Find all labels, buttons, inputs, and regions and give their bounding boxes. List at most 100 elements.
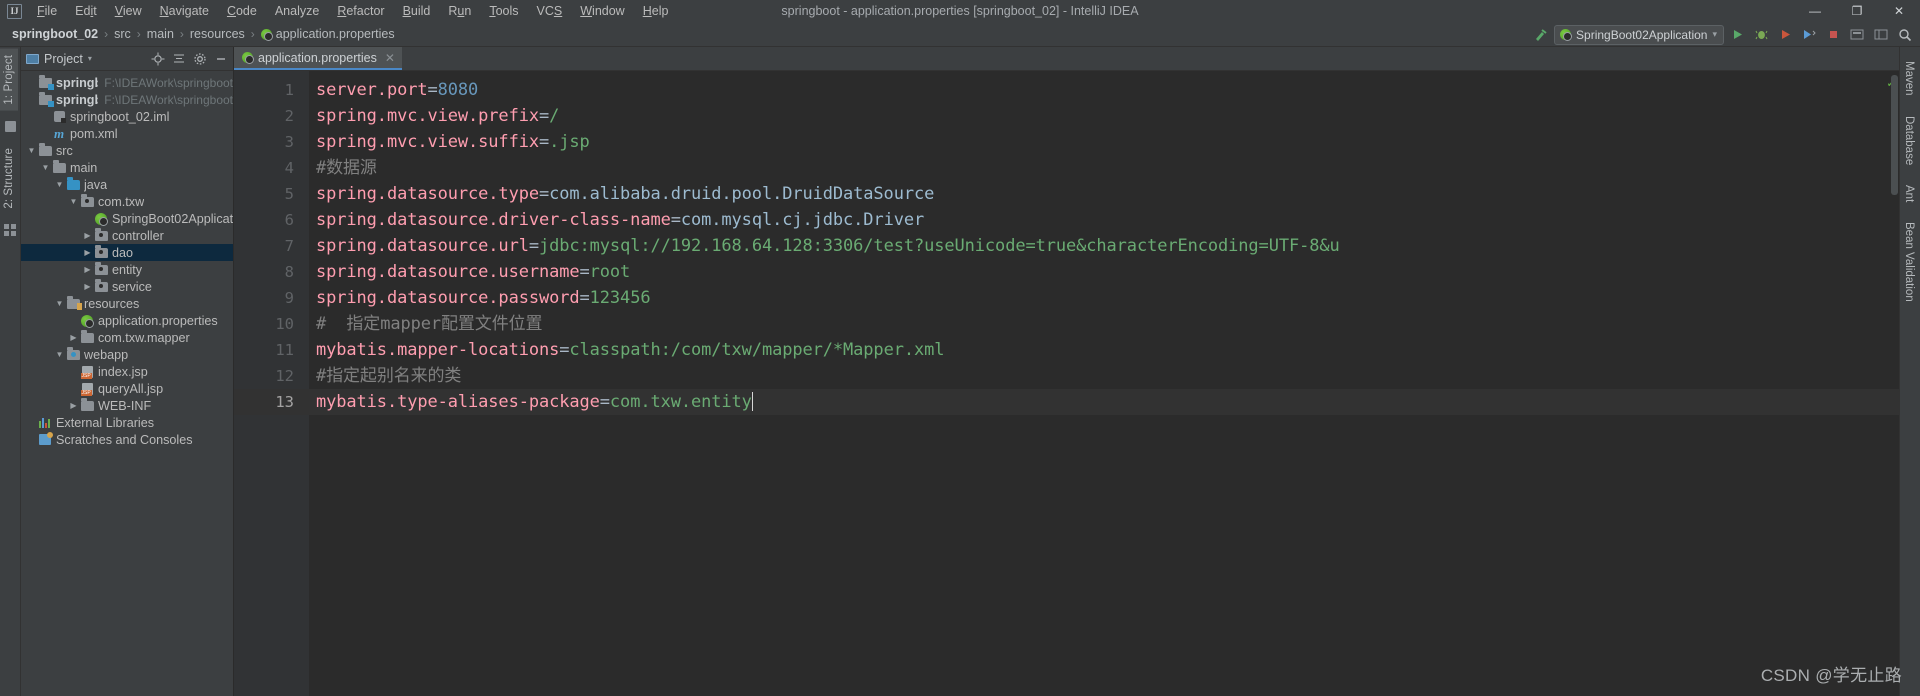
tool-window-tab-bean-validation[interactable]: Bean Validation xyxy=(1900,216,1918,308)
tree-node-queryall-jsp[interactable]: queryAll.jsp xyxy=(21,380,233,397)
tree-node-index-jsp[interactable]: index.jsp xyxy=(21,363,233,380)
tree-node-resources[interactable]: ▼ resources xyxy=(21,295,233,312)
tree-node-controller[interactable]: ▶ controller xyxy=(21,227,233,244)
tree-node-external-libraries[interactable]: External Libraries xyxy=(21,414,233,431)
chevron-down-icon[interactable]: ▼ xyxy=(40,159,51,176)
locate-icon[interactable] xyxy=(148,49,168,69)
tree-node-icon xyxy=(65,295,82,310)
menu-vcs[interactable]: VCS xyxy=(528,2,572,20)
modules-icon[interactable] xyxy=(4,224,16,237)
gear-icon[interactable] xyxy=(190,49,210,69)
menu-help[interactable]: Help xyxy=(634,2,678,20)
code-line[interactable]: 4 #数据源 xyxy=(285,155,1899,181)
layout-icon[interactable] xyxy=(1870,24,1892,45)
menu-navigate[interactable]: Navigate xyxy=(151,2,218,20)
code-line[interactable]: 13 mybatis.type-aliases-package=com.txw.e… xyxy=(275,389,1899,415)
chevron-down-icon[interactable]: ▼ xyxy=(54,176,65,193)
tree-node-service[interactable]: ▶ service xyxy=(21,278,233,295)
menu-code[interactable]: Code xyxy=(218,2,266,20)
chevron-right-icon[interactable]: ▶ xyxy=(82,261,93,278)
run-with-coverage-button[interactable] xyxy=(1774,24,1796,45)
editor-scrollbar[interactable] xyxy=(1891,75,1898,195)
run-configuration-selector[interactable]: SpringBoot02Application ▾ xyxy=(1554,24,1724,45)
breadcrumb-item-src[interactable]: src xyxy=(110,26,135,42)
tree-node-main[interactable]: ▼ main xyxy=(21,159,233,176)
chevron-down-icon[interactable]: ▼ xyxy=(68,193,79,210)
code-line[interactable]: 9 spring.datasource.password=123456 xyxy=(285,285,1899,311)
close-button[interactable]: ✕ xyxy=(1878,0,1920,22)
breadcrumb-item-main[interactable]: main xyxy=(143,26,178,42)
favorites-icon[interactable] xyxy=(4,120,16,132)
tree-node-springboot02application[interactable]: SpringBoot02Application xyxy=(21,210,233,227)
debug-button[interactable] xyxy=(1750,24,1772,45)
chevron-right-icon[interactable]: ▶ xyxy=(82,227,93,244)
chevron-right-icon[interactable]: ▶ xyxy=(68,329,79,346)
code-line[interactable]: 12 #指定起别名来的类 xyxy=(275,363,1899,389)
tree-node-com-txw-mapper[interactable]: ▶ com.txw.mapper xyxy=(21,329,233,346)
menu-refactor[interactable]: Refactor xyxy=(328,2,393,20)
code-editor[interactable]: 1 server.port=8080 2 spring.mvc.view.prefix… xyxy=(234,71,1899,696)
menu-window[interactable]: Window xyxy=(571,2,633,20)
update-running-app-icon[interactable] xyxy=(1846,24,1868,45)
tree-node-web-inf[interactable]: ▶ WEB-INF xyxy=(21,397,233,414)
code-line[interactable]: 8 spring.datasource.username=root xyxy=(285,259,1899,285)
maximize-button[interactable]: ❐ xyxy=(1836,0,1878,22)
chevron-down-icon[interactable]: ▼ xyxy=(26,142,37,159)
tree-node-src[interactable]: ▼ src xyxy=(21,142,233,159)
tree-node-springboot-01[interactable]: springboot_01 F:\IDEAWork\springboot xyxy=(21,74,233,91)
tree-node-dao[interactable]: ▶ dao xyxy=(21,244,233,261)
collapse-all-icon[interactable] xyxy=(169,49,189,69)
code-line[interactable]: 1 server.port=8080 xyxy=(285,77,1899,103)
tree-node-springboot-02[interactable]: springboot_02 F:\IDEAWork\springboot xyxy=(21,91,233,108)
chevron-down-icon[interactable]: ▼ xyxy=(54,346,65,363)
breadcrumb-item-project[interactable]: springboot_02 xyxy=(8,26,102,42)
editor-tab-application-properties[interactable]: application.properties ✕ xyxy=(234,47,402,70)
build-hammer-icon[interactable] xyxy=(1530,24,1552,45)
tree-node-label: External Libraries xyxy=(56,415,154,430)
chevron-right-icon[interactable]: ▶ xyxy=(82,244,93,261)
code-content[interactable]: 1 server.port=8080 2 spring.mvc.view.prefix… xyxy=(275,71,1899,696)
tree-node-application-properties[interactable]: application.properties xyxy=(21,312,233,329)
menu-analyze[interactable]: Analyze xyxy=(266,2,328,20)
tree-node-scratches-and-consoles[interactable]: Scratches and Consoles xyxy=(21,431,233,448)
editor-area: application.properties ✕ 1 server.port=80… xyxy=(234,47,1899,696)
code-line[interactable]: 11 mybatis.mapper-locations=classpath:/co… xyxy=(275,337,1899,363)
chevron-down-icon[interactable]: ▾ xyxy=(88,54,92,63)
breadcrumb-item-file[interactable]: application.properties xyxy=(257,26,399,42)
code-line[interactable]: 10 # 指定mapper配置文件位置 xyxy=(275,311,1899,337)
chevron-right-icon[interactable]: ▶ xyxy=(82,278,93,295)
chevron-down-icon[interactable]: ▼ xyxy=(54,295,65,312)
menu-file[interactable]: File xyxy=(28,2,66,20)
minimize-button[interactable]: — xyxy=(1794,0,1836,22)
project-tree[interactable]: springboot_01F:\IDEAWork\springbootsprin… xyxy=(21,71,233,696)
menu-build[interactable]: Build xyxy=(394,2,440,20)
tool-window-tab-project[interactable]: 1: Project xyxy=(0,49,18,111)
tree-node-webapp[interactable]: ▼ webapp xyxy=(21,346,233,363)
tool-window-tab-ant[interactable]: Ant xyxy=(1900,179,1918,208)
code-line[interactable]: 6 spring.datasource.driver-class-name=com… xyxy=(285,207,1899,233)
menu-edit[interactable]: Edit xyxy=(66,2,106,20)
tree-node-entity[interactable]: ▶ entity xyxy=(21,261,233,278)
code-line[interactable]: 2 spring.mvc.view.prefix=/ xyxy=(285,103,1899,129)
code-line[interactable]: 3 spring.mvc.view.suffix=.jsp xyxy=(285,129,1899,155)
code-line[interactable]: 7 spring.datasource.url=jdbc:mysql://192.… xyxy=(285,233,1899,259)
breadcrumb-item-resources[interactable]: resources xyxy=(186,26,249,42)
close-icon[interactable]: ✕ xyxy=(385,51,395,65)
tree-node-com-txw[interactable]: ▼ com.txw xyxy=(21,193,233,210)
tool-window-tab-database[interactable]: Database xyxy=(1900,110,1918,171)
tree-node-pom-xml[interactable]: m pom.xml xyxy=(21,125,233,142)
run-button[interactable] xyxy=(1726,24,1748,45)
menu-run[interactable]: Run xyxy=(439,2,480,20)
chevron-right-icon[interactable]: ▶ xyxy=(68,397,79,414)
tool-window-tab-maven[interactable]: Maven xyxy=(1900,55,1918,102)
search-everywhere-icon[interactable] xyxy=(1894,24,1916,45)
tree-node-java[interactable]: ▼ java xyxy=(21,176,233,193)
stop-button[interactable] xyxy=(1822,24,1844,45)
tool-window-tab-structure[interactable]: 2: Structure xyxy=(0,142,18,215)
menu-view[interactable]: View xyxy=(106,2,151,20)
menu-tools[interactable]: Tools xyxy=(480,2,527,20)
hide-panel-icon[interactable] xyxy=(211,49,231,69)
profile-button[interactable] xyxy=(1798,24,1820,45)
code-line[interactable]: 5 spring.datasource.type=com.alibaba.drui… xyxy=(285,181,1899,207)
tree-node-springboot-02-iml[interactable]: springboot_02.iml xyxy=(21,108,233,125)
